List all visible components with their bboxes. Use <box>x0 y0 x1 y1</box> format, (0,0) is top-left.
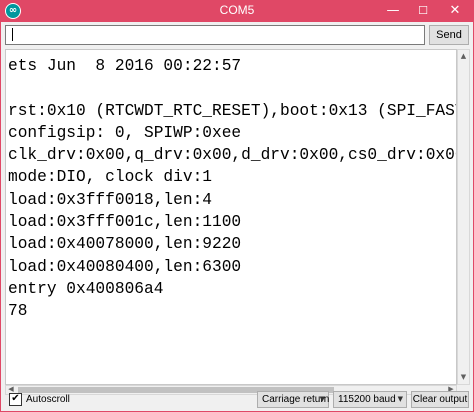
output-line: entry 0x400806a4 <box>8 279 164 298</box>
chevron-down-icon: ▼ <box>397 395 403 403</box>
output-line: clk_drv:0x00,q_drv:0x00,d_drv:0x00,cs0_d… <box>8 146 456 165</box>
baud-rate-value: 115200 baud <box>338 394 396 405</box>
output-line: load:0x3fff0018,len:4 <box>8 190 212 209</box>
output-line: rst:0x10 (RTCWDT_RTC_RESET),boot:0x13 (S… <box>8 101 456 120</box>
checkmark-icon: ✔ <box>11 393 20 404</box>
output-line: load:0x3fff001c,len:1100 <box>8 213 242 232</box>
clear-output-button[interactable]: Clear output <box>411 391 469 408</box>
output-line: load:0x40080400,len:6300 <box>8 257 242 276</box>
output-line: load:0x40078000,len:9220 <box>8 235 242 254</box>
minimize-icon[interactable]: — <box>378 0 408 22</box>
serial-output[interactable]: ets Jun 8 2016 00:22:57 rst:0x10 (RTCWDT_… <box>5 49 457 385</box>
chevron-down-icon: ▼ <box>319 395 325 403</box>
scroll-down-icon[interactable]: ▼ <box>458 371 469 384</box>
vertical-scrollbar[interactable]: ▲ ▼ <box>457 49 470 385</box>
output-line: ets Jun 8 2016 00:22:57 <box>8 57 242 75</box>
line-ending-select[interactable]: Carriage return ▼ <box>257 391 329 408</box>
serial-monitor-window: Send ets Jun 8 2016 00:22:57 rst:0x10 (RT… <box>0 22 474 412</box>
send-row: Send <box>5 25 469 45</box>
scroll-up-icon[interactable]: ▲ <box>458 50 469 63</box>
send-button[interactable]: Send <box>429 25 469 45</box>
autoscroll-label: Autoscroll <box>26 394 70 405</box>
autoscroll-checkbox[interactable]: ✔ <box>9 393 22 406</box>
send-input[interactable] <box>5 25 425 45</box>
footer-bar: ✔ Autoscroll Carriage return ▼ 115200 ba… <box>1 388 473 410</box>
text-caret <box>12 28 13 41</box>
title-bar: ∞ COM5 — ☐ ✕ <box>0 0 474 22</box>
output-line: configsip: 0, SPIWP:0xee <box>8 123 242 142</box>
output-text: ets Jun 8 2016 00:22:57 rst:0x10 (RTCWDT_… <box>8 55 456 323</box>
maximize-icon[interactable]: ☐ <box>408 0 438 22</box>
close-icon[interactable]: ✕ <box>440 0 470 22</box>
baud-rate-select[interactable]: 115200 baud ▼ <box>333 391 407 408</box>
output-line: 78 <box>8 302 28 321</box>
output-line: mode:DIO, clock div:1 <box>8 168 212 187</box>
